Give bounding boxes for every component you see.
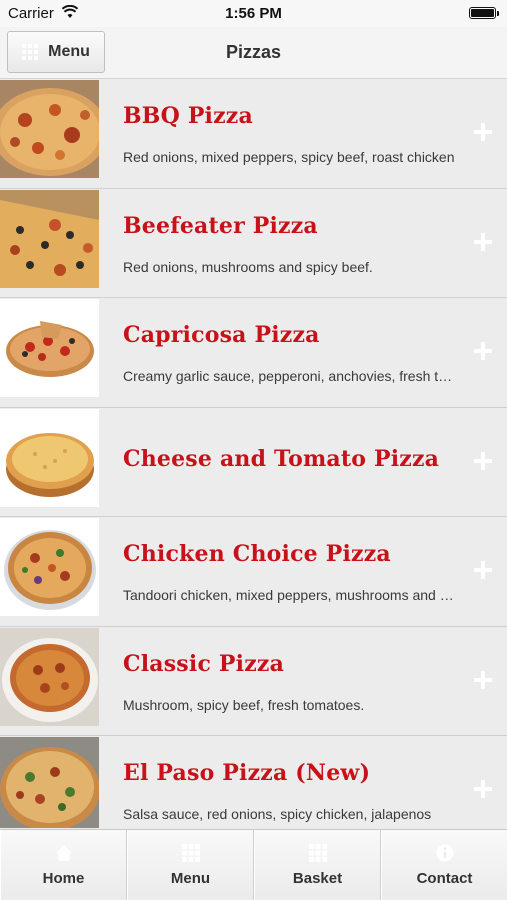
- pizza-name: Capricosa Pizza: [123, 322, 320, 348]
- page-title: Pizzas: [225, 42, 282, 62]
- list-item-beefeater-pizza[interactable]: Beefeater Pizza Red onions, mushrooms an…: [0, 188, 507, 298]
- pizza-thumbnail: [0, 408, 99, 507]
- pizza-description: Mushroom, spicy beef, fresh tomatoes.: [123, 696, 365, 713]
- tab-bar: Home Menu Basket Contact: [0, 829, 507, 900]
- pizza-list: BBQ Pizza Red onions, mixed peppers, spi…: [0, 79, 507, 828]
- list-item-bbq-pizza[interactable]: BBQ Pizza Red onions, mixed peppers, spi…: [0, 79, 507, 189]
- tab-label: Basket: [292, 870, 343, 887]
- add-icon[interactable]: [474, 451, 492, 470]
- list-item-cheese-and-tomato-pizza[interactable]: Cheese and Tomato Pizza: [0, 407, 507, 517]
- list-item-capricosa-pizza[interactable]: Capricosa Pizza Creamy garlic sauce, pep…: [0, 298, 507, 408]
- tab-label: Home: [42, 870, 85, 887]
- grid-icon: [181, 844, 200, 862]
- pizza-description: Creamy garlic sauce, pepperoni, anchovie…: [123, 368, 458, 384]
- add-icon[interactable]: [474, 561, 492, 579]
- tab-label: Menu: [170, 870, 211, 887]
- tab-menu[interactable]: Menu: [127, 830, 254, 900]
- nav-header: Menu Pizzas: [0, 27, 507, 79]
- pizza-thumbnail: [0, 518, 99, 616]
- pizza-description: Red onions, mushrooms and spicy beef.: [123, 258, 373, 275]
- add-icon[interactable]: [474, 342, 492, 360]
- tab-label: Contact: [416, 870, 473, 887]
- pizza-name: Beefeater Pizza: [123, 212, 318, 239]
- list-item-el-paso-pizza[interactable]: El Paso Pizza (New) Salsa sauce, red oni…: [0, 736, 507, 828]
- tab-contact[interactable]: Contact: [381, 830, 507, 900]
- pizza-description: Salsa sauce, red onions, spicy chicken, …: [123, 806, 432, 822]
- add-icon[interactable]: [474, 123, 492, 141]
- pizza-thumbnail: [0, 189, 99, 288]
- list-item-chicken-choice-pizza[interactable]: Chicken Choice Pizza Tandoori chicken, m…: [0, 517, 507, 627]
- pizza-description: Tandoori chicken, mixed peppers, mushroo…: [123, 587, 458, 603]
- battery-icon: [469, 7, 499, 19]
- pizza-name: Cheese and Tomato Pizza: [123, 445, 440, 472]
- add-icon[interactable]: [474, 670, 492, 689]
- add-icon[interactable]: [474, 780, 492, 798]
- status-bar: Carrier 1:56 PM: [0, 0, 507, 27]
- list-item-classic-pizza[interactable]: Classic Pizza Mushroom, spicy beef, fres…: [0, 626, 507, 736]
- home-icon: [55, 845, 72, 861]
- tab-home[interactable]: Home: [0, 830, 127, 900]
- status-time: 1:56 PM: [225, 5, 282, 22]
- pizza-thumbnail: [0, 299, 99, 397]
- info-icon: [436, 844, 453, 862]
- pizza-name: Classic Pizza: [123, 650, 285, 677]
- pizza-name: Chicken Choice Pizza: [123, 541, 391, 567]
- add-icon[interactable]: [474, 232, 492, 251]
- pizza-thumbnail: [0, 80, 99, 178]
- pizza-thumbnail: [0, 737, 99, 828]
- grid-icon: [308, 844, 327, 862]
- pizza-name: BBQ Pizza: [123, 103, 253, 129]
- tab-basket[interactable]: Basket: [254, 830, 381, 900]
- pizza-description: Red onions, mixed peppers, spicy beef, r…: [123, 149, 455, 165]
- pizza-name: El Paso Pizza (New): [123, 760, 371, 786]
- pizza-thumbnail: [0, 627, 99, 726]
